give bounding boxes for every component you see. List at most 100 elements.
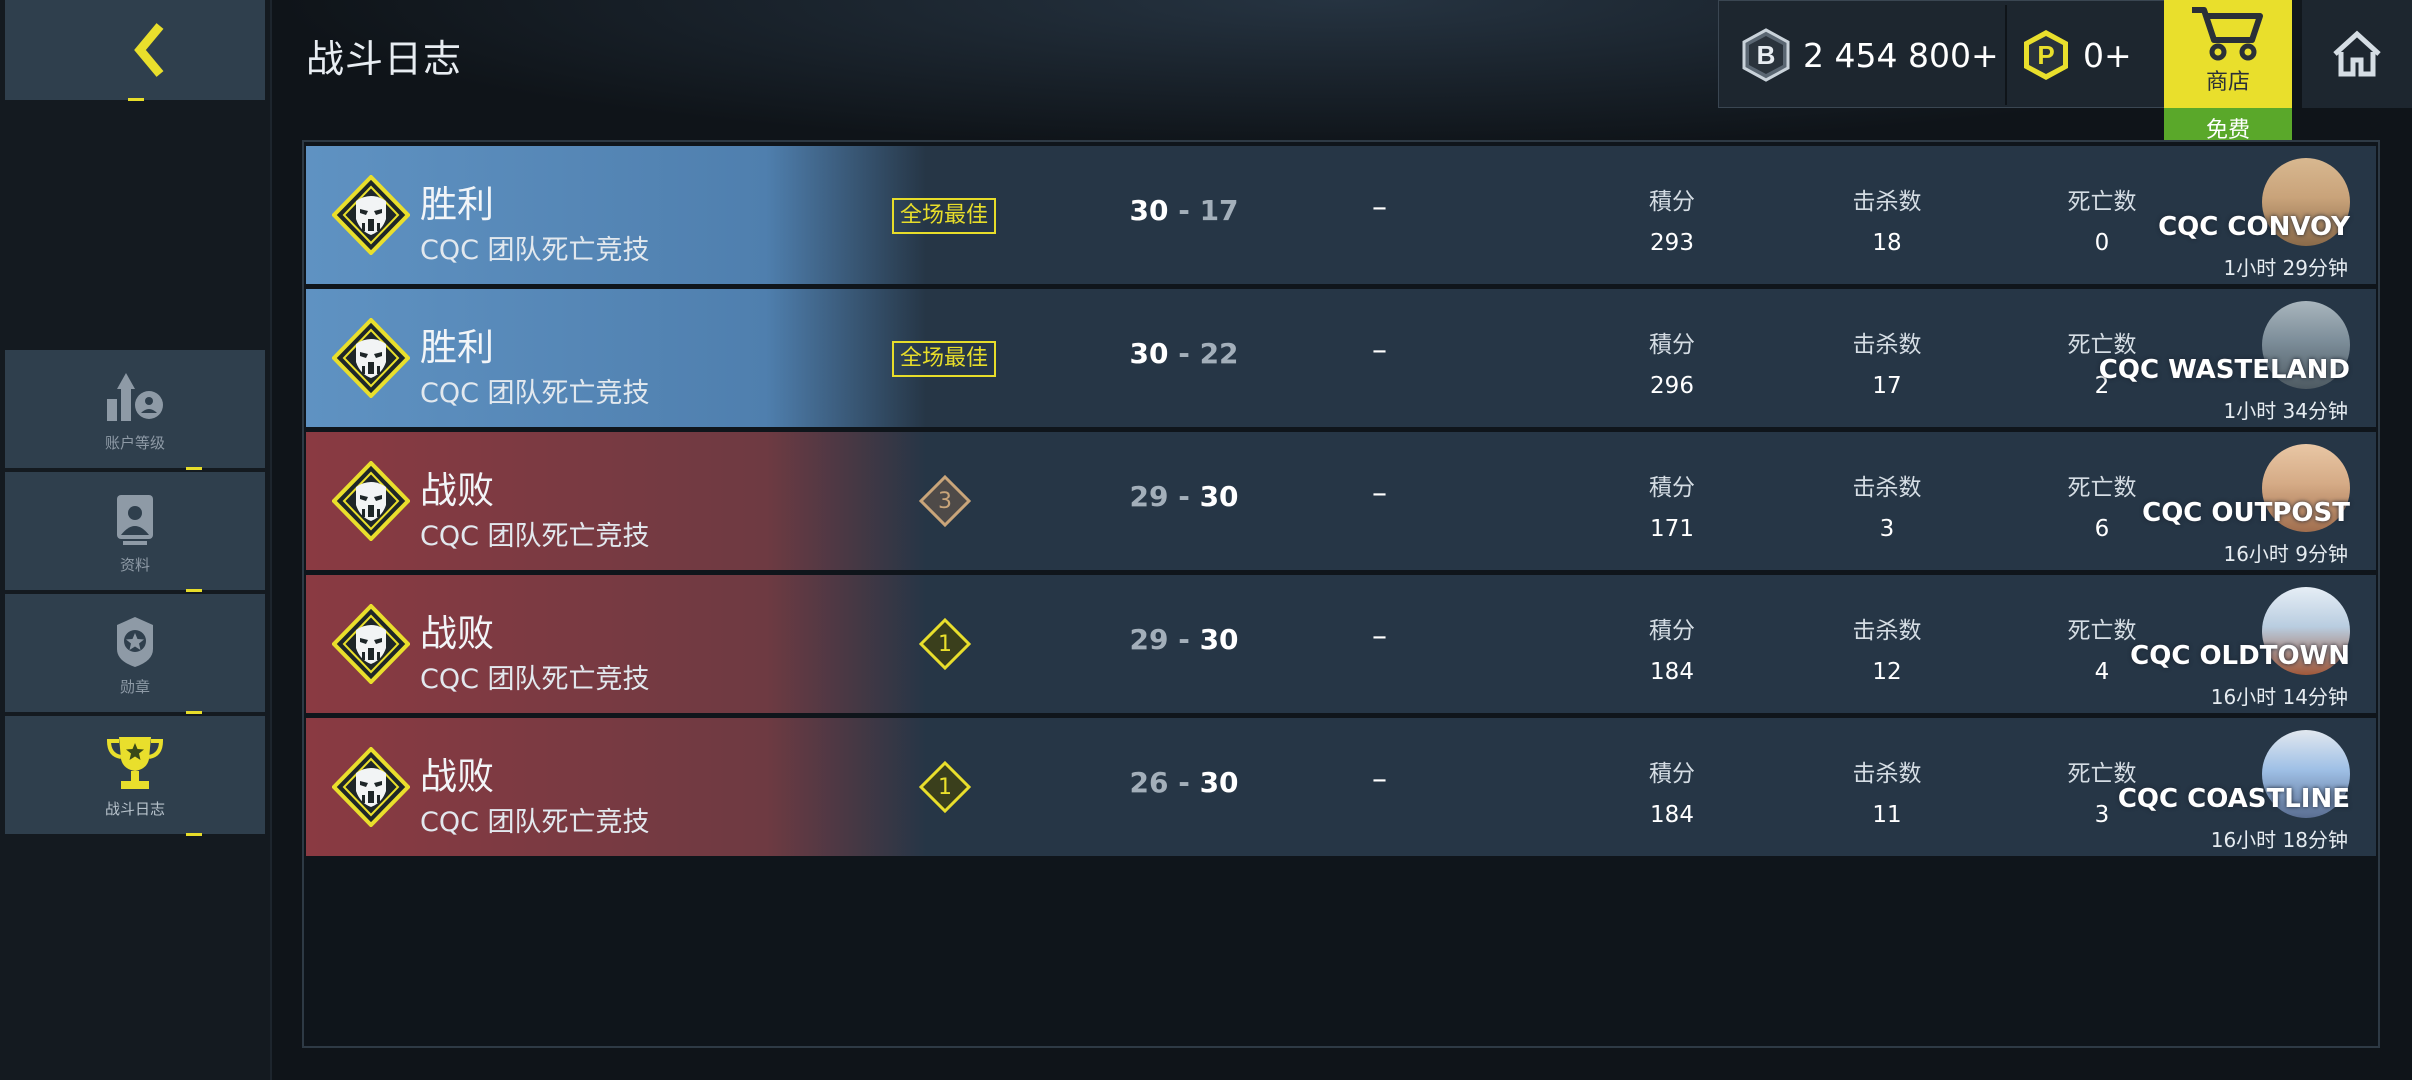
match-mode: CQC 团队死亡竞技: [420, 664, 650, 695]
mvp-badge: 全场最佳: [892, 341, 997, 377]
map-name: CQC OLDTOWN: [2130, 641, 2350, 671]
credits-display[interactable]: B 2 454 800+: [1741, 1, 1999, 109]
map-name: CQC CONVOY: [2158, 212, 2350, 242]
score-separator: -: [1178, 194, 1190, 227]
placement-badge: 3: [918, 474, 972, 528]
kills-label: 击杀数: [1852, 475, 1922, 501]
match-result: 战败: [420, 612, 494, 655]
tdm-mode-icon: [332, 175, 410, 255]
match-row[interactable]: 战败 CQC 团队死亡竞技 1 26 - 30 – 積分 184 击杀数 11 …: [306, 718, 2376, 856]
match-row[interactable]: 胜利 CQC 团队死亡竞技 全场最佳 30 - 22 – 積分 296 击杀数 …: [306, 289, 2376, 427]
empty-field: –: [1372, 762, 1387, 797]
profile-icon: [100, 488, 170, 550]
empty-field: –: [1372, 333, 1387, 368]
points-stat: 積分 184: [1597, 754, 1747, 828]
match-result: 胜利: [420, 183, 494, 226]
points-stat: 積分 293: [1597, 182, 1747, 256]
sidebar-item-medals[interactable]: 勋章: [5, 594, 265, 712]
medal-icon: [100, 610, 170, 672]
placement-value: 3: [938, 488, 952, 514]
match-score: 30 - 17: [1114, 194, 1254, 227]
placement-badge: 1: [918, 760, 972, 814]
team-score: 29: [1129, 623, 1169, 656]
empty-field: –: [1372, 619, 1387, 654]
enemy-score: 30: [1199, 766, 1239, 799]
match-result: 战败: [420, 469, 494, 512]
sidebar-item-profile[interactable]: 资料: [5, 472, 265, 590]
points-stat: 積分 184: [1597, 611, 1747, 685]
kills-value: 11: [1872, 802, 1902, 828]
kills-value: 3: [1879, 516, 1895, 542]
sidebar-item-account-level[interactable]: 账户等级: [5, 350, 265, 468]
match-time-ago: 16小时 18分钟: [2210, 828, 2348, 852]
score-separator: -: [1178, 337, 1190, 370]
team-score: 30: [1129, 337, 1169, 370]
empty-field: –: [1372, 190, 1387, 225]
deaths-label: 死亡数: [2067, 189, 2137, 215]
empty-field: –: [1372, 476, 1387, 511]
shop-label: 商店: [2205, 70, 2250, 95]
home-icon: [2333, 30, 2381, 77]
credits-value: 2 454 800+: [1803, 35, 1999, 75]
points-label: 積分: [1649, 761, 1695, 787]
sidebar-item-combat-record[interactable]: 战斗日志: [5, 716, 265, 834]
kills-stat: 击杀数 11: [1812, 754, 1962, 828]
score-separator: -: [1178, 766, 1190, 799]
map-name: CQC OUTPOST: [2142, 498, 2350, 528]
enemy-score: 22: [1199, 337, 1239, 370]
kills-label: 击杀数: [1852, 189, 1922, 215]
mvp-badge: 全场最佳: [892, 198, 997, 234]
deaths-stat: 死亡数 0: [2027, 182, 2177, 256]
sidebar-indicator: [186, 833, 202, 836]
account-level-icon: [100, 366, 170, 428]
placement-badge: 1: [918, 617, 972, 671]
sidebar: 账户等级 资料 勋章 战斗日志: [0, 0, 272, 1080]
back-indicator: [128, 98, 144, 101]
kills-label: 击杀数: [1852, 761, 1922, 787]
chevron-left-icon: [134, 23, 164, 77]
deaths-label: 死亡数: [2067, 475, 2137, 501]
points-value: 184: [1650, 659, 1694, 685]
points-stat: 積分 171: [1597, 468, 1747, 542]
tdm-mode-icon: [332, 318, 410, 398]
match-mode: CQC 团队死亡竞技: [420, 235, 650, 266]
sidebar-item-label: 资料: [119, 555, 150, 574]
home-button[interactable]: [2302, 0, 2412, 108]
tdm-mode-icon: [332, 747, 410, 827]
points-value: 296: [1650, 373, 1694, 399]
match-row[interactable]: 胜利 CQC 团队死亡竞技 全场最佳 30 - 17 – 積分 293 击杀数 …: [306, 146, 2376, 284]
score-separator: -: [1178, 623, 1190, 656]
match-mode: CQC 团队死亡竞技: [420, 521, 650, 552]
sidebar-item-label: 账户等级: [104, 433, 165, 452]
page-title: 战斗日志: [306, 37, 463, 81]
back-button[interactable]: [5, 0, 265, 100]
points-label: 積分: [1649, 618, 1695, 644]
tdm-mode-icon: [332, 461, 410, 541]
match-mode: CQC 团队死亡竞技: [420, 378, 650, 409]
team-score: 30: [1129, 194, 1169, 227]
p-coin-icon: P: [2024, 30, 2068, 80]
match-row[interactable]: 战败 CQC 团队死亡竞技 3 29 - 30 – 積分 171 击杀数 3 死…: [306, 432, 2376, 570]
match-result: 战败: [420, 755, 494, 798]
points-label: 積分: [1649, 475, 1695, 501]
cod-points-display[interactable]: P 0+: [2021, 1, 2132, 109]
kills-value: 18: [1872, 230, 1902, 256]
kills-value: 17: [1872, 373, 1902, 399]
trophy-icon: [100, 732, 170, 794]
match-result: 胜利: [420, 326, 494, 369]
match-row[interactable]: 战败 CQC 团队死亡竞技 1 29 - 30 – 積分 184 击杀数 12 …: [306, 575, 2376, 713]
team-score: 26: [1129, 766, 1169, 799]
deaths-label: 死亡数: [2067, 761, 2137, 787]
shop-button[interactable]: 商店: [2164, 0, 2292, 108]
sidebar-item-label: 战斗日志: [104, 799, 165, 818]
deaths-value: 0: [2094, 230, 2110, 256]
kills-stat: 击杀数 3: [1812, 468, 1962, 542]
match-score: 29 - 30: [1114, 480, 1254, 513]
points-value: 171: [1650, 516, 1694, 542]
points-stat: 積分 296: [1597, 325, 1747, 399]
tdm-mode-icon: [332, 604, 410, 684]
team-score: 29: [1129, 480, 1169, 513]
enemy-score: 30: [1199, 480, 1239, 513]
match-score: 26 - 30: [1114, 766, 1254, 799]
match-time-ago: 16小时 9分钟: [2223, 542, 2348, 566]
